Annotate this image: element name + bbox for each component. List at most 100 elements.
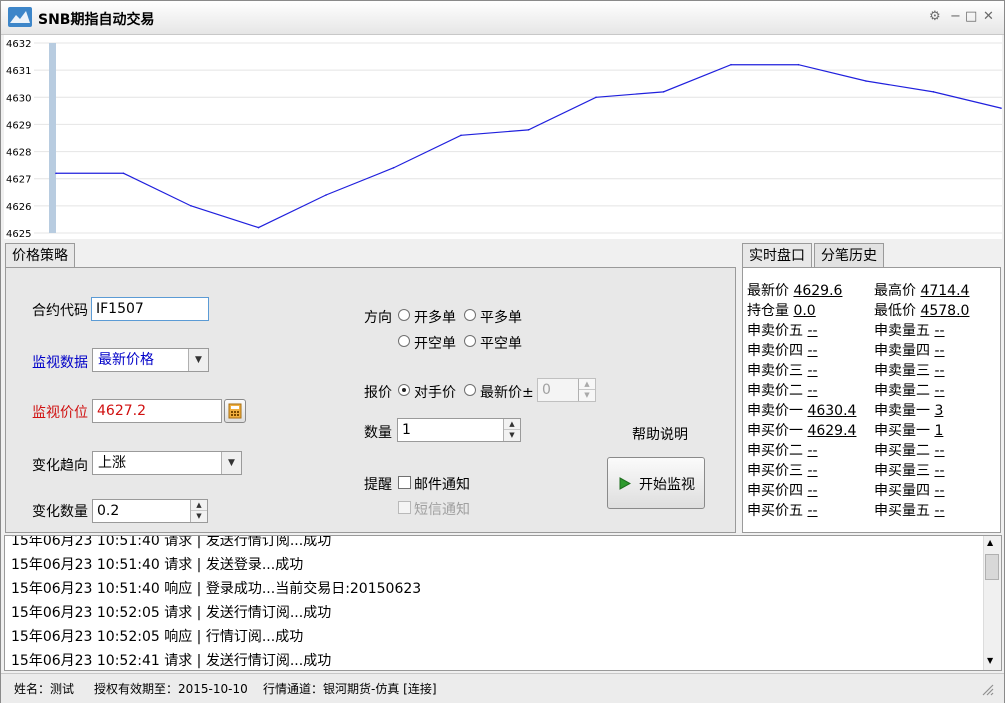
price-chart-svg: 4632 4631 4630 4629 4628 4627 4626 4625 [6, 39, 1002, 240]
email-checkbox-label: 邮件通知 [414, 477, 470, 493]
quote-value: -- [934, 503, 945, 519]
price-point [257, 226, 260, 229]
contract-input[interactable]: IF1507 [91, 297, 209, 321]
quote-label: 申卖量三 [874, 363, 935, 379]
quote-value: -- [934, 323, 945, 339]
quote-value: 0.0 [793, 303, 816, 319]
email-checkbox[interactable] [398, 476, 411, 489]
scroll-thumb[interactable] [985, 554, 999, 580]
monitor-price-input[interactable]: 4627.2 [92, 399, 222, 423]
maximize-button[interactable]: □ [965, 9, 977, 24]
quote-value: 4630.4 [807, 403, 857, 419]
contract-label: 合约代码 [32, 303, 88, 319]
minimize-button[interactable]: − [950, 9, 961, 24]
sms-checkbox[interactable] [398, 501, 411, 514]
quote-row-right: 申买量三 -- [874, 460, 945, 480]
quote-row-left: 申卖价三 -- [747, 360, 818, 380]
radio-latest-price[interactable] [464, 384, 476, 396]
quote-label: 申买量四 [874, 483, 935, 499]
quote-value: -- [807, 483, 818, 499]
quote-label: 申买价一 [747, 423, 808, 439]
log-scrollbar[interactable]: ▲ ▼ [983, 536, 1001, 670]
quote-label: 申卖量二 [874, 383, 935, 399]
radio-open-short[interactable] [398, 335, 410, 347]
quote-label: 申买量三 [874, 463, 935, 479]
calculator-button[interactable] [224, 399, 246, 423]
quote-value: -- [807, 323, 818, 339]
quote-label: 申卖价一 [747, 403, 808, 419]
tab-realtime-quote[interactable]: 实时盘口 [742, 243, 812, 269]
spinner-arrows[interactable]: ▲ ▼ [190, 500, 207, 522]
monitor-data-label: 监视数据 [32, 355, 88, 371]
tab-price-strategy[interactable]: 价格策略 [5, 243, 75, 269]
scroll-up-icon[interactable]: ▲ [987, 538, 993, 547]
status-username: 姓名：测试 [14, 682, 75, 696]
log-line: 15年06月23 10:52:05 响应 | 行情订阅...成功 [11, 629, 304, 645]
quote-row-left: 申卖价五 -- [747, 320, 818, 340]
spinner-arrows[interactable]: ▲ ▼ [578, 379, 595, 401]
change-qty-spinner[interactable]: 0.2 ▲ ▼ [92, 499, 208, 523]
radio-close-short[interactable] [464, 335, 476, 347]
title-bar: SNB期指自动交易 ⚙ − □ ✕ [1, 1, 1004, 35]
app-window: SNB期指自动交易 ⚙ − □ ✕ 4632 4631 4630 4629 4628 46… [0, 0, 1005, 703]
quote-row-left: 申买价四 -- [747, 480, 818, 500]
app-logo-icon [8, 7, 32, 27]
price-point [797, 63, 800, 66]
quote-label: 申卖量五 [874, 323, 935, 339]
quote-value: 4629.6 [793, 283, 843, 299]
quote-row-right: 申卖量一 3 [874, 400, 943, 420]
quote-value: -- [807, 463, 818, 479]
spinner-arrows[interactable]: ▲ ▼ [503, 419, 520, 441]
quote-value: 3 [934, 403, 944, 419]
price-point [392, 167, 395, 169]
price-point [1000, 107, 1002, 109]
quote-value: -- [934, 443, 945, 459]
quote-value: -- [807, 383, 818, 399]
quote-label: 申卖价五 [747, 323, 808, 339]
price-point [932, 91, 935, 93]
start-monitor-label: 开始监视 [639, 477, 695, 493]
radio-open-long[interactable] [398, 309, 410, 321]
settings-gear-icon[interactable]: ⚙ [929, 9, 941, 24]
quote-value: -- [807, 343, 818, 359]
monitor-data-value: 最新价格 [98, 352, 154, 368]
trend-label: 变化趋向 [32, 458, 88, 474]
radio-opponent-price[interactable] [398, 384, 410, 396]
radio-open-short-label: 开空单 [414, 336, 456, 352]
sms-checkbox-label: 短信通知 [414, 502, 470, 518]
resize-grip-icon[interactable] [980, 682, 994, 696]
y-tick-label: 4628 [6, 148, 31, 159]
y-tick-label: 4625 [6, 229, 31, 239]
quote-row-right: 申买量四 -- [874, 480, 945, 500]
help-link[interactable]: 帮助说明 [632, 424, 688, 444]
quote-row-left: 申卖价一 4630.4 [747, 400, 856, 420]
quote-label: 申卖价四 [747, 343, 808, 359]
quote-value: -- [934, 363, 945, 379]
quote-value: -- [934, 463, 945, 479]
price-point [460, 134, 462, 137]
quote-row-left: 申卖价二 -- [747, 380, 818, 400]
qty-spinner[interactable]: 1 ▲ ▼ [397, 418, 521, 442]
radio-close-long[interactable] [464, 309, 476, 321]
close-button[interactable]: ✕ [983, 9, 994, 24]
quote-label: 申买量二 [874, 443, 935, 459]
quote-label: 持仓量 [747, 303, 794, 319]
log-line: 15年06月23 10:51:40 请求 | 发送行情订阅...成功 [11, 535, 332, 549]
quote-value: 4629.4 [807, 423, 857, 439]
start-monitor-button[interactable]: 开始监视 [607, 457, 705, 509]
price-series-line [56, 64, 1002, 229]
scroll-down-icon[interactable]: ▼ [987, 656, 993, 665]
quote-value: -- [934, 383, 945, 399]
quote-offset-spinner[interactable]: 0 ▲ ▼ [537, 378, 596, 402]
trend-value: 上涨 [98, 455, 126, 471]
quote-label: 申买价三 [747, 463, 808, 479]
quote-value: -- [934, 343, 945, 359]
monitor-data-select[interactable]: 最新价格 ▼ [92, 348, 209, 372]
direction-label: 方向 [364, 310, 392, 326]
radio-close-long-label: 平多单 [480, 310, 522, 326]
trend-select[interactable]: 上涨 ▼ [92, 451, 242, 475]
log-line: 15年06月23 10:51:40 响应 | 登录成功...当前交易日:2015… [11, 581, 422, 597]
quote-label: 申买价二 [747, 443, 808, 459]
tab-tick-history[interactable]: 分笔历史 [814, 243, 884, 267]
chevron-down-icon: ▼ [221, 452, 241, 474]
